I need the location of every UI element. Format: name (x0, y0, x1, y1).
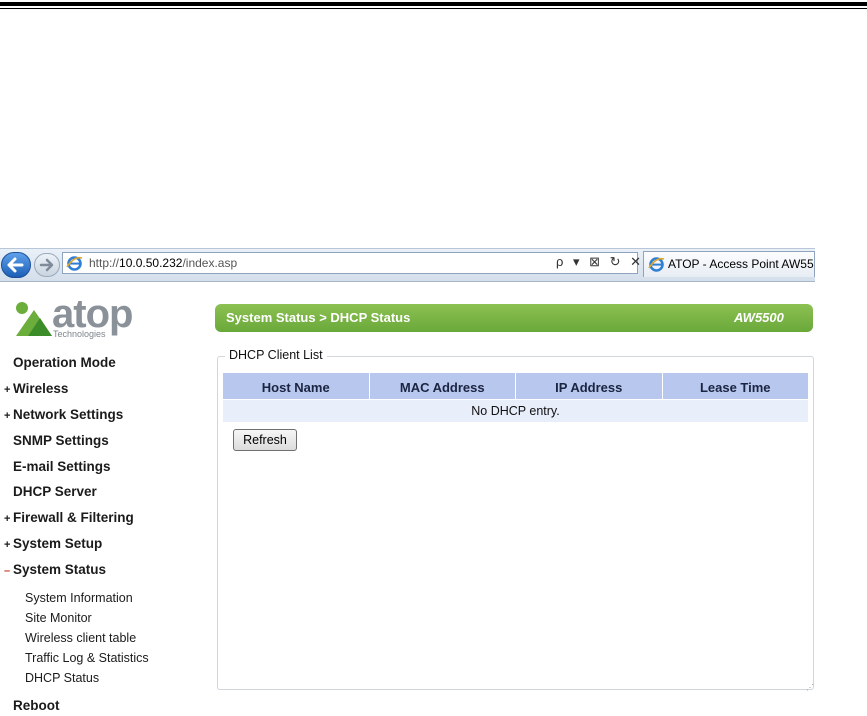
sidebar-subitem-traffic-log[interactable]: Traffic Log & Statistics (25, 651, 149, 665)
column-lease-time: Lease Time (662, 373, 808, 399)
column-host-name: Host Name (223, 373, 370, 399)
arrow-right-icon (39, 258, 54, 272)
refresh-button[interactable]: Refresh (233, 429, 297, 451)
sidebar-item-email-settings[interactable]: E-mail Settings (4, 459, 111, 474)
sidebar-item-wireless[interactable]: + Wireless (4, 381, 68, 396)
address-url[interactable]: http://10.0.50.232/index.asp (89, 256, 237, 270)
address-tools[interactable]: ρ ▾ ⊠ ↻ ✕ (556, 254, 644, 270)
panel-legend: DHCP Client List (225, 348, 327, 362)
ie-icon (66, 256, 83, 271)
sidebar-item-firewall[interactable]: + Firewall & Filtering (4, 510, 134, 525)
table-header: Host Name MAC Address IP Address Lease T… (223, 373, 808, 399)
column-ip-address: IP Address (516, 373, 663, 399)
page-title: System Status > DHCP Status (226, 310, 411, 325)
back-button[interactable] (1, 252, 31, 278)
sidebar-subitem-wireless-client-table[interactable]: Wireless client table (25, 631, 136, 645)
forward-button[interactable] (34, 253, 60, 277)
sidebar-item-reboot[interactable]: Reboot (13, 698, 60, 713)
sidebar-item-system-status[interactable]: – System Status (4, 562, 106, 577)
sidebar-item-dhcp-server[interactable]: DHCP Server (4, 484, 97, 499)
sidebar-item-system-setup[interactable]: + System Setup (4, 536, 102, 551)
atop-logo-icon (16, 302, 52, 336)
sidebar-item-network-settings[interactable]: + Network Settings (4, 407, 123, 422)
sidebar-subitem-system-information[interactable]: System Information (25, 591, 133, 605)
sidebar-item-operation-mode[interactable]: Operation Mode (4, 355, 116, 370)
table-row-empty: No DHCP entry. (223, 400, 808, 422)
logo-subtitle: Technologies (53, 329, 106, 339)
arrow-left-icon (7, 257, 24, 273)
model-name: AW5500 (734, 310, 784, 325)
top-rule-thin (0, 8, 867, 9)
sidebar-subitem-dhcp-status[interactable]: DHCP Status (25, 671, 99, 685)
sidebar-subitem-site-monitor[interactable]: Site Monitor (25, 611, 92, 625)
tab-title[interactable]: ATOP - Access Point AW55... (668, 257, 814, 271)
top-rule (0, 2, 867, 6)
column-mac-address: MAC Address (369, 373, 516, 399)
sidebar-item-snmp-settings[interactable]: SNMP Settings (4, 433, 109, 448)
resize-grip-icon: ⋰ (806, 683, 814, 692)
ie-tab-icon (648, 257, 665, 272)
